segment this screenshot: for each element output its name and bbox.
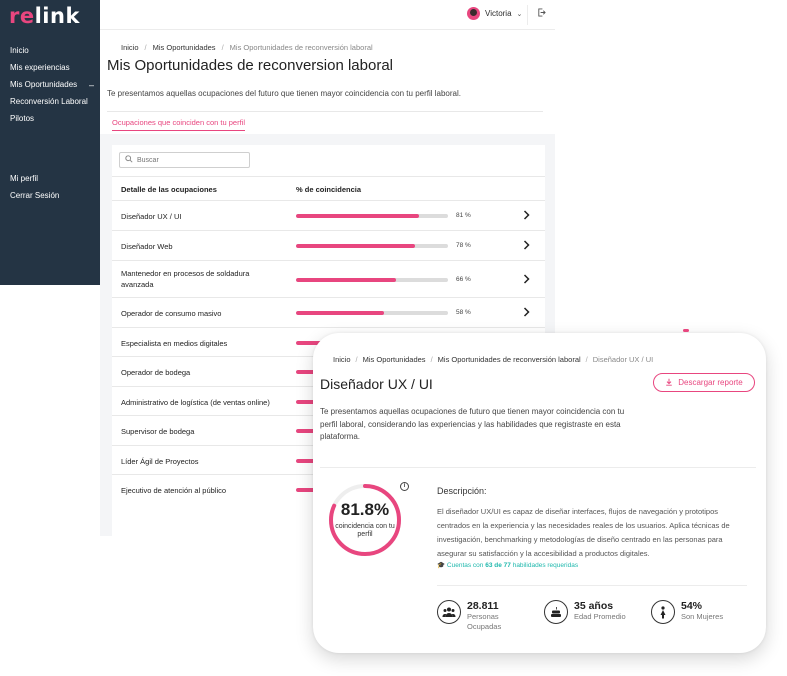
breadcrumb-current: Mis Oportunidades de reconversión labora… [229,43,373,52]
collapse-icon[interactable]: – [89,80,94,97]
match-label: coincidencia con tu perfil [335,523,395,538]
table-row[interactable]: Diseñador Web 78 % [112,230,545,260]
divider [107,111,543,112]
match-progress-fill [296,214,420,218]
chevron-right-icon[interactable] [523,210,530,223]
match-gauge [329,484,401,556]
match-progress-bar [296,278,448,282]
breadcrumb: Inicio / Mis Oportunidades / Mis Oportunidad… [121,43,373,52]
sidebar-bottom-nav: Mi perfil Cerrar Sesión [10,174,96,208]
download-report-label: Descargar reporte [678,378,743,387]
search-icon [125,155,133,165]
sidebar-item-cerrar-sesion[interactable]: Cerrar Sesión [10,191,96,208]
chevron-right-icon[interactable] [523,240,530,253]
table-row[interactable]: Mantenedor en procesos de soldadura avan… [112,260,545,297]
relink-logo[interactable]: relink [9,4,80,28]
sidebar-item-pilotos[interactable]: Pilotos [10,114,96,131]
stat-label: Personas Ocupadas [467,612,502,631]
breadcrumb-oportunidades[interactable]: Mis Oportunidades [363,355,426,364]
occupation-detail-card: Inicio / Mis Oportunidades / Mis Oportunidad… [313,333,766,653]
table-row[interactable]: Diseñador UX / UI 81 % [112,200,545,230]
divider [437,585,747,586]
match-percentage: 78 % [456,242,471,249]
occupation-name: Diseñador Web [121,242,173,251]
occupation-name: Administrativo de logística (de ventas o… [121,398,270,407]
table-row[interactable]: Operador de consumo masivo 58 % [112,297,545,327]
stat-label: Son Mujeres [681,612,724,621]
sidebar-item-oportunidades[interactable]: Mis Oportunidades – [10,80,96,97]
detail-description: Te presentamos aquellas ocupaciones de f… [320,407,625,441]
stat-personas: 28.811 Personas Ocupadas [437,600,513,632]
match-percentage: 81 % [456,212,471,219]
breadcrumb-current: Diseñador UX / UI [592,355,654,364]
divider [527,5,528,25]
info-icon[interactable]: i [400,482,409,491]
match-progress-bar [296,244,448,248]
search-box[interactable] [119,152,250,168]
page-header: Inicio / Mis Oportunidades / Mis Oportunidad… [100,30,555,134]
breadcrumb-oportunidades[interactable]: Mis Oportunidades [153,43,216,52]
chevron-down-icon: ⌄ [516,10,523,18]
detail-breadcrumb: Inicio / Mis Oportunidades / Mis Oportunidad… [333,355,654,364]
stat-label: Edad Promedio [574,612,626,621]
chevron-right-icon[interactable] [523,307,530,320]
column-header-detalle: Detalle de las ocupaciones [121,185,217,194]
cake-icon [544,600,568,624]
logout-icon[interactable] [537,8,546,19]
sidebar: relink Inicio Mis experiencias Mis Oport… [0,0,100,285]
match-progress-fill [296,244,415,248]
stat-value: 28.811 [467,600,499,612]
graduation-cap-icon: 🎓 [437,562,446,569]
download-icon [665,378,673,388]
user-name: Victoria [485,9,512,18]
search-input[interactable] [137,156,237,164]
divider [320,467,756,468]
top-bar: Victoria ⌄ [100,0,555,30]
breadcrumb-inicio[interactable]: Inicio [121,43,139,52]
divider [112,176,545,177]
stat-mujeres: 54% Son Mujeres [651,600,723,624]
match-progress-bar [296,214,448,218]
occupation-name: Especialista en medios digitales [121,339,228,348]
sidebar-item-mi-perfil[interactable]: Mi perfil [10,174,96,191]
sidebar-item-reconversion[interactable]: Reconversión Laboral [10,97,96,114]
match-value: 81.8% [340,500,390,519]
occupation-name: Operador de bodega [121,368,191,377]
occupation-name: Ejecutivo de atención al público [121,486,227,495]
match-progress-bar [296,311,448,315]
user-menu[interactable]: Victoria ⌄ [467,7,522,20]
detail-title: Diseñador UX / UI [320,376,433,392]
page-title: Mis Oportunidades de reconversion labora… [107,57,393,74]
stat-value: 35 años [574,600,614,612]
match-progress-fill [296,278,397,282]
breadcrumb-reconversion[interactable]: Mis Oportunidades de reconversión labora… [438,355,581,364]
occupation-name: Líder Ágil de Proyectos [121,457,199,466]
breadcrumb-inicio[interactable]: Inicio [333,355,351,364]
match-percentage: 66 % [456,276,471,283]
stat-value: 54% [681,600,703,612]
download-report-button[interactable]: Descargar reporte [653,373,755,392]
sidebar-item-inicio[interactable]: Inicio [10,46,96,63]
occupation-name: Mantenedor en procesos de soldadura avan… [121,269,250,289]
occupation-name: Supervisor de bodega [121,427,195,436]
occupation-name: Diseñador UX / UI [121,212,182,221]
occupation-name: Operador de consumo masivo [121,309,222,318]
sidebar-item-experiencias[interactable]: Mis experiencias [10,63,96,80]
column-header-coincidencia: % de coincidencia [296,185,362,194]
decorative-dot [683,329,689,332]
match-percentage: 58 % [456,309,471,316]
description-body: El diseñador UX/UI es capaz de diseñar i… [437,507,730,558]
skills-summary: 🎓 Cuentas con 63 de 77 habilidades reque… [437,562,579,569]
description-heading: Descripción: [437,486,487,496]
tab-ocupaciones[interactable]: Ocupaciones que coinciden con tu perfil [112,118,246,131]
avatar [467,7,480,20]
sidebar-nav: Inicio Mis experiencias Mis Oportunidade… [10,46,96,131]
woman-icon [651,600,675,624]
page-description: Te presentamos aquellas ocupaciones del … [107,89,461,98]
stat-edad: 35 años Edad Promedio [544,600,626,624]
chevron-right-icon[interactable] [523,274,530,287]
people-icon [437,600,461,624]
match-progress-fill [296,311,385,315]
